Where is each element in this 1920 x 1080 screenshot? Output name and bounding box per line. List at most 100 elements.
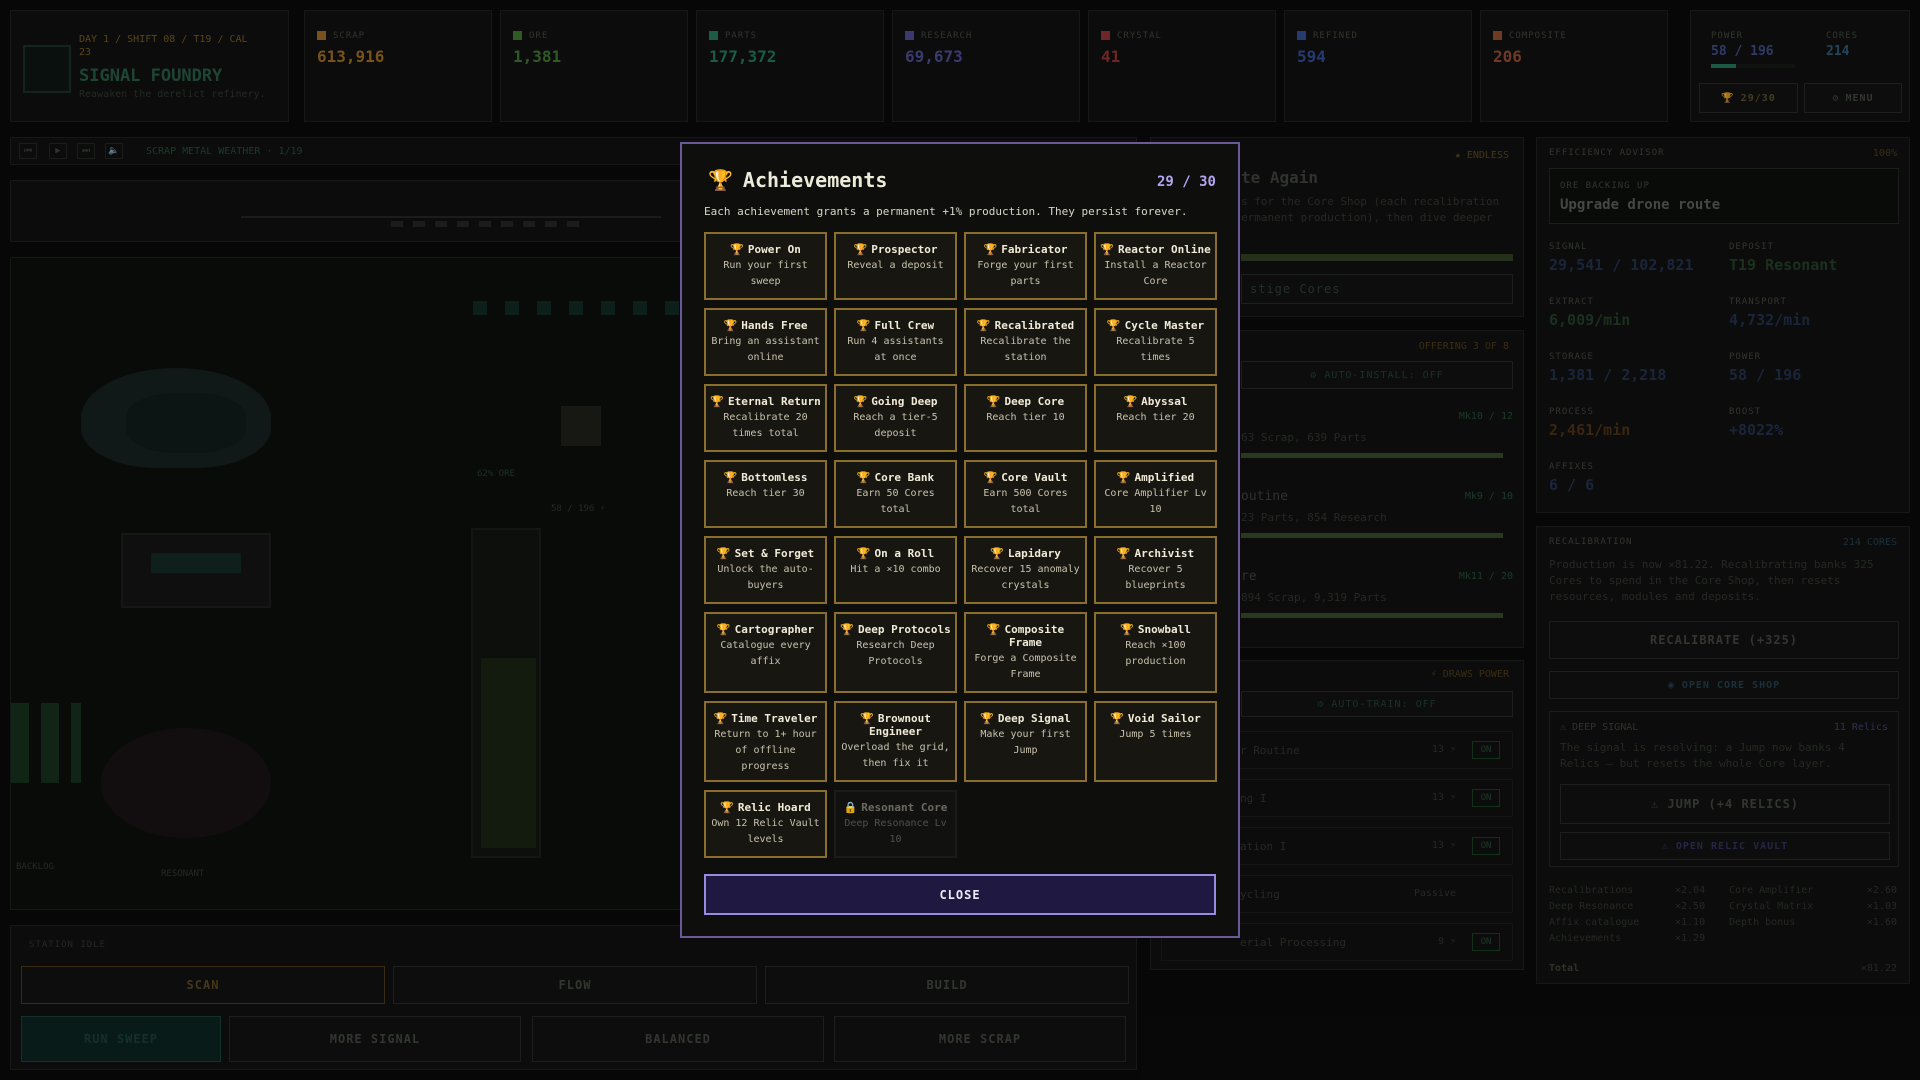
achievement-card[interactable]: 🏆 Abyssal Reach tier 20 — [1094, 384, 1217, 452]
achievement-card[interactable]: 🏆 Brownout Engineer Overload the grid, the… — [834, 701, 957, 782]
achievement-name: Going Deep — [871, 395, 938, 408]
achievement-desc: Earn 50 Cores total — [856, 488, 935, 515]
achievement-desc: Bring an assistant online — [711, 336, 820, 363]
achievement-name: Snowball — [1137, 623, 1191, 636]
trophy-icon: 🏆 — [730, 243, 744, 256]
achievement-card[interactable]: 🏆 Composite Frame Forge a Composite Frame — [964, 612, 1087, 693]
trophy-icon: 🏆 — [990, 547, 1004, 560]
achievement-desc: Reveal a deposit — [847, 260, 944, 271]
achievement-card[interactable]: 🏆 Power On Run your first sweep — [704, 232, 827, 300]
achievement-desc: Recalibrate 20 times total — [723, 412, 808, 439]
trophy-icon: 🏆 — [980, 712, 994, 725]
achievement-name: Deep Protocols — [857, 623, 951, 636]
achievement-card[interactable]: 🏆 Reactor Online Install a Reactor Core — [1094, 232, 1217, 300]
achievement-name: Recalibrated — [994, 319, 1075, 332]
achievement-desc: Recover 15 anomaly crystals — [971, 564, 1080, 591]
achievement-card[interactable]: 🏆 Time Traveler Return to 1+ hour of offli… — [704, 701, 827, 782]
achievement-name: Fabricator — [1001, 243, 1068, 256]
achievement-name: Amplified — [1134, 471, 1195, 484]
achievement-card[interactable]: 🏆 On a Roll Hit a ×10 combo — [834, 536, 957, 604]
achievement-name: Cartographer — [734, 623, 815, 636]
trophy-icon: 🏆 — [716, 547, 731, 560]
trophy-icon: 🏆 — [986, 395, 1001, 408]
achievement-grid: 🏆 Power On Run your first sweep 🏆 Prospector… — [704, 232, 1217, 858]
trophy-icon: 🏆 — [716, 623, 731, 636]
achievement-name: Hands Free — [741, 319, 808, 332]
modal-subtitle: Each achievement grants a permanent +1% … — [704, 205, 1188, 218]
modal-header: 🏆 Achievements — [708, 168, 887, 192]
trophy-icon: 🏆 — [1116, 547, 1131, 560]
achievement-desc: Reach ×100 production — [1125, 640, 1186, 667]
achievement-card[interactable]: 🏆 Full Crew Run 4 assistants at once — [834, 308, 957, 376]
achievement-name: Full Crew — [874, 319, 935, 332]
trophy-icon: 🏆 — [1123, 395, 1138, 408]
modal-title: Achievements — [742, 168, 888, 192]
achievement-name: On a Roll — [874, 547, 935, 560]
achievement-desc: Forge a Composite Frame — [974, 653, 1077, 680]
achievement-name: Set & Forget — [734, 547, 815, 560]
achievement-name: Cycle Master — [1124, 319, 1205, 332]
achievement-desc: Run 4 assistants at once — [847, 336, 944, 363]
achievement-name: Bottomless — [741, 471, 808, 484]
trophy-icon: 🏆 — [983, 243, 998, 256]
achievement-card[interactable]: 🏆 Void Sailor Jump 5 times — [1094, 701, 1217, 782]
achievement-name: Archivist — [1134, 547, 1195, 560]
achievement-name: Core Vault — [1001, 471, 1068, 484]
close-button[interactable]: CLOSE — [704, 874, 1216, 915]
trophy-icon: 🏆 — [853, 243, 868, 256]
trophy-icon: 🏆 — [720, 801, 734, 814]
trophy-icon: 🏆 — [840, 623, 854, 636]
achievement-card[interactable]: 🏆 Lapidary Recover 15 anomaly crystals — [964, 536, 1087, 604]
achievement-desc: Return to 1+ hour of offline progress — [714, 729, 817, 772]
achievement-desc: Recalibrate 5 times — [1116, 336, 1195, 363]
trophy-icon: 🏆 — [983, 471, 998, 484]
achievement-card[interactable]: 🏆 Core Bank Earn 50 Cores total — [834, 460, 957, 528]
achievement-card[interactable]: 🏆 Set & Forget Unlock the auto-buyers — [704, 536, 827, 604]
trophy-icon: 🏆 — [986, 623, 1001, 636]
achievement-name: Time Traveler — [731, 712, 818, 725]
trophy-icon: 🏆 — [856, 547, 871, 560]
achievement-card[interactable]: 🏆 Snowball Reach ×100 production — [1094, 612, 1217, 693]
achievement-name: Void Sailor — [1127, 712, 1201, 725]
achievement-desc: Overload the grid, then fix it — [841, 742, 950, 769]
trophy-icon: 🏆 — [1100, 243, 1114, 256]
achievement-card[interactable]: 🏆 Going Deep Reach a tier-5 deposit — [834, 384, 957, 452]
achievement-desc: Own 12 Relic Vault levels — [711, 818, 820, 845]
achievement-desc: Deep Resonance Lv 10 — [844, 818, 947, 845]
trophy-icon: 🏆 — [710, 395, 724, 408]
trophy-icon: 🏆 — [708, 168, 733, 192]
achievement-name: Abyssal — [1141, 395, 1188, 408]
achievement-desc: Unlock the auto-buyers — [717, 564, 814, 591]
achievement-desc: Forge your first parts — [977, 260, 1074, 287]
achievement-card[interactable]: 🏆 Cartographer Catalogue every affix — [704, 612, 827, 693]
achievement-desc: Hit a ×10 combo — [850, 564, 941, 575]
achievement-desc: Run your first sweep — [723, 260, 808, 287]
achievement-card[interactable]: 🏆 Deep Signal Make your first Jump — [964, 701, 1087, 782]
achievement-name: Reactor Online — [1117, 243, 1211, 256]
trophy-icon: 🏆 — [1110, 712, 1124, 725]
achievement-card[interactable]: 🔒 Resonant Core Deep Resonance Lv 10 — [834, 790, 957, 858]
achievement-card[interactable]: 🏆 Cycle Master Recalibrate 5 times — [1094, 308, 1217, 376]
achievement-desc: Recover 5 blueprints — [1125, 564, 1186, 591]
achievement-desc: Reach a tier-5 deposit — [853, 412, 938, 439]
trophy-icon: 🏆 — [723, 471, 738, 484]
achievement-card[interactable]: 🏆 Recalibrated Recalibrate the station — [964, 308, 1087, 376]
achievement-card[interactable]: 🏆 Amplified Core Amplifier Lv 10 — [1094, 460, 1217, 528]
achievement-card[interactable]: 🏆 Eternal Return Recalibrate 20 times tota… — [704, 384, 827, 452]
achievement-name: Power On — [747, 243, 801, 256]
achievement-desc: Core Amplifier Lv 10 — [1104, 488, 1207, 515]
achievement-desc: Install a Reactor Core — [1104, 260, 1207, 287]
achievement-card[interactable]: 🏆 Core Vault Earn 500 Cores total — [964, 460, 1087, 528]
achievement-card[interactable]: 🏆 Deep Protocols Research Deep Protocols — [834, 612, 957, 693]
achievement-name: Brownout Engineer — [869, 712, 931, 738]
achievement-card[interactable]: 🏆 Deep Core Reach tier 10 — [964, 384, 1087, 452]
achievement-card[interactable]: 🏆 Bottomless Reach tier 30 — [704, 460, 827, 528]
achievement-card[interactable]: 🏆 Hands Free Bring an assistant online — [704, 308, 827, 376]
trophy-icon: 🏆 — [1116, 471, 1131, 484]
achievement-card[interactable]: 🏆 Prospector Reveal a deposit — [834, 232, 957, 300]
achievement-card[interactable]: 🏆 Relic Hoard Own 12 Relic Vault levels — [704, 790, 827, 858]
achievement-card[interactable]: 🏆 Fabricator Forge your first parts — [964, 232, 1087, 300]
achievement-desc: Research Deep Protocols — [856, 640, 935, 667]
trophy-icon: 🏆 — [723, 319, 738, 332]
achievement-card[interactable]: 🏆 Archivist Recover 5 blueprints — [1094, 536, 1217, 604]
